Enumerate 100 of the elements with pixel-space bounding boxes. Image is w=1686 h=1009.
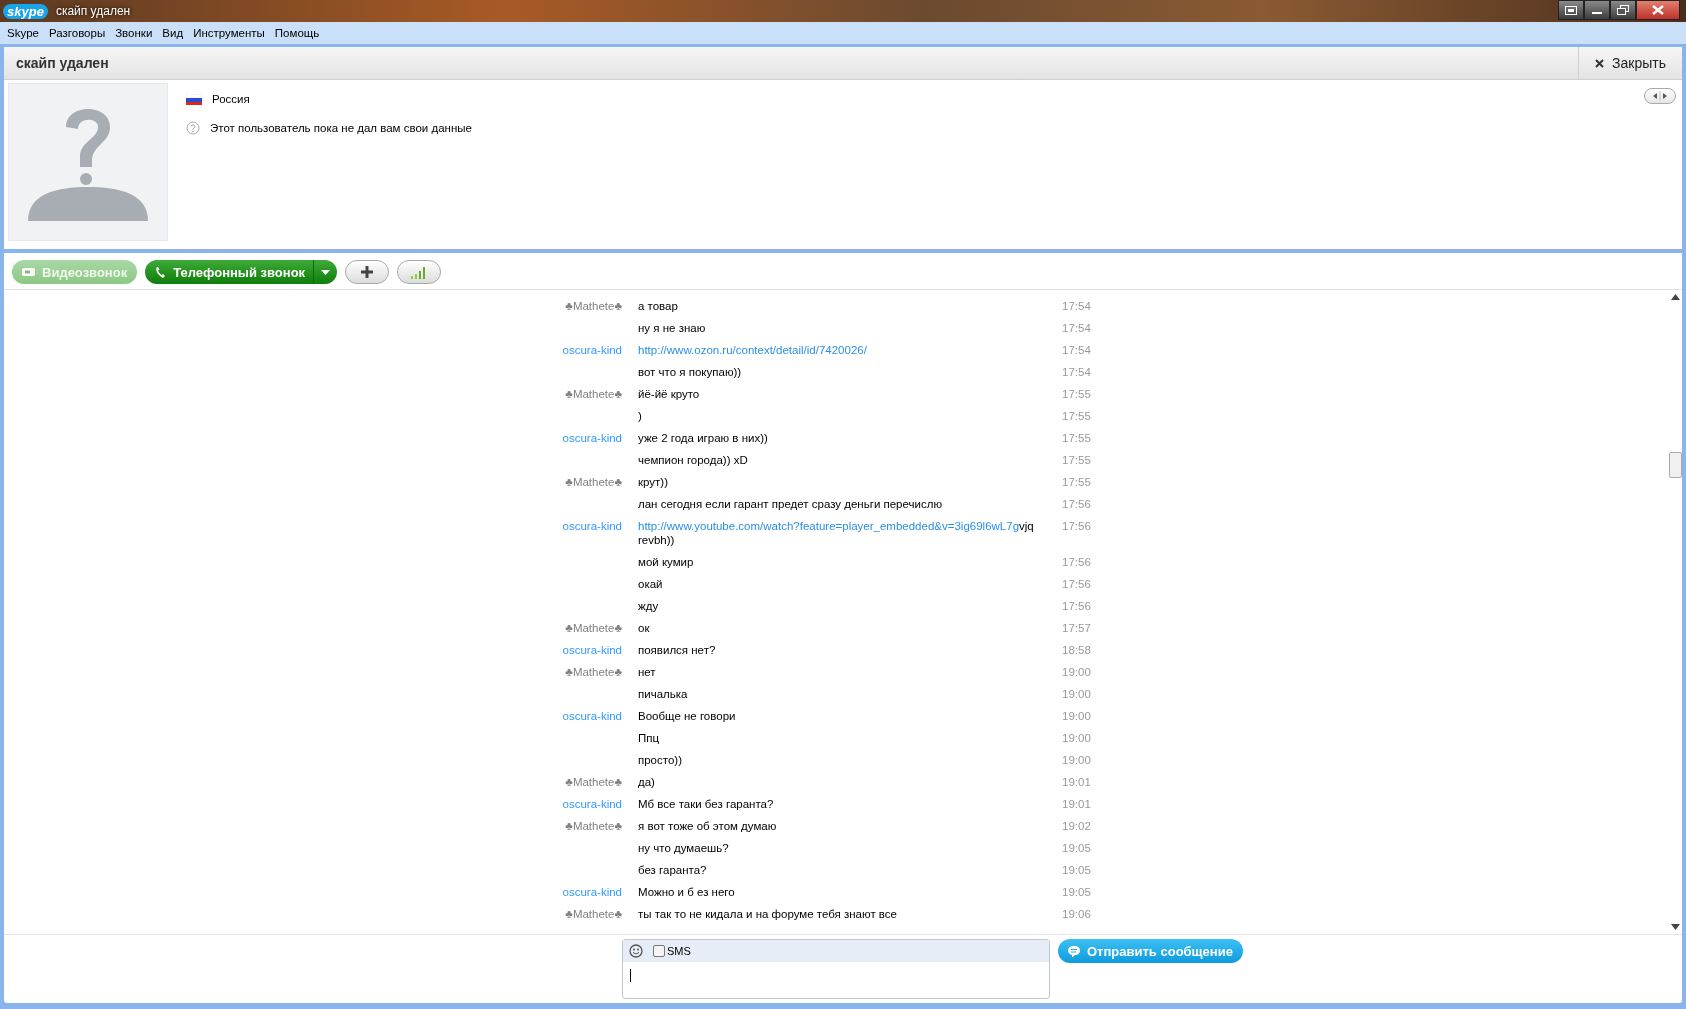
message-time: 19:02	[1062, 819, 1091, 833]
sender-name: oscura-kind	[562, 343, 622, 357]
window-title: скайп удален	[55, 4, 131, 18]
message-text: мой кумир	[638, 555, 695, 569]
question-icon	[186, 121, 200, 135]
message-time: 19:06	[1062, 907, 1091, 921]
message-time: 17:56	[1062, 519, 1091, 533]
message-time: 17:54	[1062, 343, 1091, 357]
message-link[interactable]: http://www.youtube.com/watch?feature=player_embedded&v=3ig69l6wL7g	[638, 520, 1020, 532]
info-text: Этот пользователь пока не дал вам свои данные	[210, 122, 472, 134]
sender-name: ♣Mathete♣	[565, 387, 622, 401]
message-text: да)	[638, 775, 656, 789]
message-time: 17:54	[1062, 299, 1091, 313]
message-text: http://www.youtube.com/watch?feature=player_embedded&v=3ig69l6wL7gvjq revbh))	[638, 519, 1035, 547]
maximize-button[interactable]	[1610, 0, 1636, 20]
message-time: 19:00	[1062, 753, 1091, 767]
message-time: 17:54	[1062, 321, 1091, 335]
message-time: 17:55	[1062, 431, 1091, 445]
add-button[interactable]	[345, 260, 390, 284]
menu-item[interactable]: Инструменты	[188, 27, 270, 39]
caret-icon	[321, 269, 331, 275]
message-time: 17:56	[1062, 577, 1091, 591]
menu-item[interactable]: Помощь	[269, 27, 325, 39]
close-button[interactable]: Закрыть	[1578, 47, 1682, 79]
message-text: жду	[638, 599, 660, 613]
message-time: 19:01	[1062, 775, 1091, 789]
close-button[interactable]	[1636, 0, 1680, 20]
sender-name: ♣Mathete♣	[565, 621, 622, 635]
message-text: нет	[638, 665, 657, 679]
sms-label: SMS	[667, 945, 691, 957]
message-text: йё-йё круто	[638, 387, 701, 401]
scrollbar-thumb[interactable]	[1669, 452, 1682, 478]
message-input-field[interactable]: SMS	[622, 939, 1050, 999]
message-time: 19:05	[1062, 863, 1091, 877]
sender-name: oscura-kind	[562, 519, 622, 533]
menu-item[interactable]: Звонки	[110, 27, 158, 39]
phone-icon	[155, 265, 167, 279]
close-icon	[1595, 58, 1605, 68]
message-time: 18:58	[1062, 643, 1091, 657]
message-time: 19:05	[1062, 841, 1091, 855]
compact-view-button[interactable]	[1558, 0, 1584, 20]
speech-bubble-icon	[1068, 944, 1080, 958]
scroll-down-icon	[1670, 924, 1680, 930]
message-text: )	[638, 409, 643, 423]
message-time: 17:54	[1062, 365, 1091, 379]
message-text: ты так то не кидала и на форуме тебя знают все	[638, 907, 898, 921]
message-text: я вот тоже об этом думаю	[638, 819, 778, 833]
signal-button[interactable]	[397, 260, 442, 284]
message-time: 17:55	[1062, 387, 1091, 401]
message-time: 19:00	[1062, 687, 1091, 701]
message-time: 19:05	[1062, 885, 1091, 899]
message-time: 17:57	[1062, 621, 1091, 635]
message-time: 17:56	[1062, 555, 1091, 569]
restore-icon	[1617, 5, 1629, 15]
emoticon-icon	[629, 944, 643, 958]
message-time: 17:56	[1062, 497, 1091, 511]
message-time: 17:55	[1062, 453, 1091, 467]
message-text: вот что я покупаю))	[638, 365, 743, 379]
message-time: 17:55	[1062, 475, 1091, 489]
message-text: Можно и б ез него	[638, 885, 736, 899]
message-text: крут))	[638, 475, 669, 489]
sender-name: oscura-kind	[562, 431, 622, 445]
message-text: Вообще не говори	[638, 709, 737, 723]
message-text: уже 2 года играю в них))	[638, 431, 769, 445]
message-text: Мб все таки без гаранта?	[638, 797, 775, 811]
message-text: ну я не знаю	[638, 321, 707, 335]
sender-name: ♣Mathete♣	[565, 665, 622, 679]
message-time: 19:00	[1062, 731, 1091, 745]
message-time: 19:00	[1062, 709, 1091, 723]
contact-name: скайп удален	[15, 55, 109, 71]
menu-item[interactable]: Skype	[2, 27, 44, 39]
sender-name: ♣Mathete♣	[565, 775, 622, 789]
sender-name: ♣Mathete♣	[565, 299, 622, 313]
scroll-arrows-button[interactable]	[1644, 88, 1676, 104]
plus-icon	[360, 265, 375, 279]
message-time: 17:55	[1062, 409, 1091, 423]
message-time: 19:01	[1062, 797, 1091, 811]
message-time: 17:56	[1062, 599, 1091, 613]
sms-checkbox[interactable]	[653, 945, 665, 957]
message-text: Ппц	[638, 731, 661, 745]
minimize-icon	[1592, 12, 1602, 14]
message-link[interactable]: http://www.ozon.ru/context/detail/id/7420026/	[638, 344, 867, 356]
minimize-button[interactable]	[1584, 0, 1610, 20]
menu-item[interactable]: Вид	[157, 27, 189, 39]
close-icon	[1652, 5, 1664, 15]
message-text: окай	[638, 577, 664, 591]
sender-name: ♣Mathete♣	[565, 475, 622, 489]
message-text: просто))	[638, 753, 683, 767]
message-text: ну что думаешь?	[638, 841, 730, 855]
sender-name: oscura-kind	[562, 885, 622, 899]
sender-name: ♣Mathete♣	[565, 819, 622, 833]
menu-item[interactable]: Разговоры	[43, 27, 111, 39]
message-time: 19:00	[1062, 665, 1091, 679]
scroll-up-icon	[1670, 294, 1680, 300]
sender-name: oscura-kind	[562, 709, 622, 723]
compact-view-icon	[1565, 5, 1577, 15]
phone-call-button[interactable]: Телефонный звонок	[145, 260, 338, 284]
message-text: лан сегодня если гарант предет сразу деньги перечислю	[638, 497, 944, 511]
message-text: без гаранта?	[638, 863, 708, 877]
sender-name: oscura-kind	[562, 797, 622, 811]
